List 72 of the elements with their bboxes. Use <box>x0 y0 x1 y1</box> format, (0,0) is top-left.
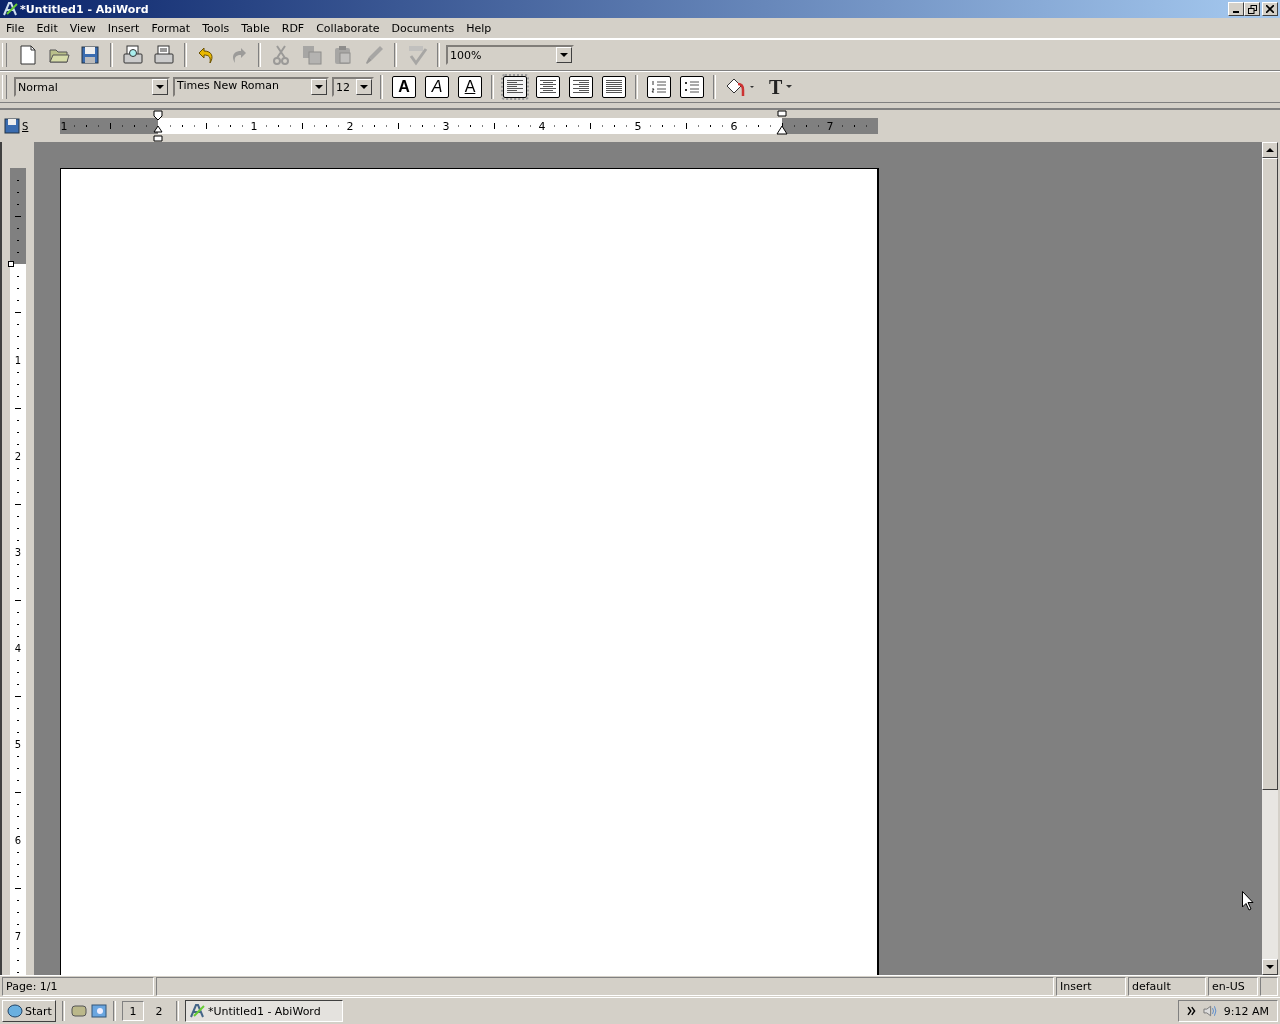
close-button[interactable] <box>1262 2 1278 16</box>
numbered-list-icon <box>650 79 668 95</box>
menu-item[interactable]: Edit <box>30 21 64 35</box>
dropdown-arrow-icon <box>360 85 368 89</box>
app-logo-icon <box>188 1003 205 1019</box>
minimize-button[interactable] <box>1228 2 1244 16</box>
dropdown-arrow-icon <box>315 85 323 89</box>
status-field <box>1260 977 1278 996</box>
scroll-down-icon[interactable] <box>1266 965 1274 969</box>
workspace-button[interactable]: 1 <box>121 1001 144 1021</box>
vertical-ruler: 1 2 3 4 5 6 7 <box>8 168 26 975</box>
numbered-list-button[interactable] <box>647 76 671 98</box>
vertical-scrollbar[interactable] <box>1262 142 1278 975</box>
align-left-button[interactable] <box>503 76 527 98</box>
menu-item[interactable]: Insert <box>101 21 146 35</box>
menu-item[interactable]: Collaborate <box>310 21 386 35</box>
horizontal-ruler: 1 1 2 3 4 5 6 7 <box>60 110 878 142</box>
menu-item[interactable]: RDF <box>275 21 311 35</box>
window-title: *Untitled1 - AbiWord <box>20 2 150 16</box>
close-icon <box>1266 5 1274 13</box>
bullet-list-icon <box>683 79 701 95</box>
align-justify-icon <box>605 79 623 95</box>
copy-icon <box>301 44 323 66</box>
paste-icon <box>332 44 354 66</box>
align-justify-button[interactable] <box>602 76 626 98</box>
menu-item[interactable]: Format <box>145 21 197 35</box>
bulleted-list-button[interactable] <box>680 76 704 98</box>
printer-icon <box>153 44 175 66</box>
align-right-button[interactable] <box>569 76 593 98</box>
spellcheck-icon <box>406 44 428 66</box>
chevron-icon[interactable] <box>1187 1006 1197 1016</box>
align-center-button[interactable] <box>536 76 560 98</box>
paint-bucket-icon <box>724 76 756 98</box>
taskbar-window-button[interactable]: *Untitled1 - AbiWord <box>184 1000 343 1022</box>
zoom-dropdown[interactable]: 100% <box>446 45 574 65</box>
italic-button[interactable]: A <box>425 76 449 98</box>
globe-icon <box>6 1004 24 1018</box>
align-center-icon <box>539 79 557 95</box>
start-button[interactable]: Start <box>2 1000 56 1022</box>
dropdown-arrow-icon <box>156 85 164 89</box>
language-status: en-US <box>1208 977 1258 996</box>
insert-mode-status: Insert <box>1056 977 1126 996</box>
scissors-icon <box>270 44 292 66</box>
align-left-icon <box>506 79 524 95</box>
font-size-dropdown[interactable]: 12 <box>332 77 374 97</box>
font-dropdown[interactable]: Times New Roman <box>173 77 329 97</box>
app-logo-icon <box>2 1 18 17</box>
print-preview-icon <box>122 44 144 66</box>
mouse-pointer-icon <box>1242 891 1254 911</box>
page-status: Page: 1/1 <box>2 977 154 996</box>
menu-item[interactable]: Table <box>235 21 276 35</box>
text-color-button[interactable]: T <box>767 75 797 99</box>
restore-icon <box>1247 4 1257 14</box>
dropdown-arrow-icon <box>560 53 568 57</box>
menu-item[interactable]: Help <box>460 21 498 35</box>
ruler-unit-label: S <box>22 120 29 132</box>
menu-item[interactable]: View <box>63 21 102 35</box>
workspace-button[interactable]: 2 <box>147 1001 170 1021</box>
scroll-up-icon[interactable] <box>1266 148 1274 152</box>
menu-item[interactable]: Documents <box>385 21 461 35</box>
speaker-icon[interactable] <box>1202 1004 1218 1018</box>
underline-button[interactable]: A <box>458 76 482 98</box>
restore-button[interactable] <box>1244 2 1260 16</box>
bold-button[interactable]: A <box>392 76 416 98</box>
style-dropdown[interactable]: Normal <box>14 77 170 97</box>
menu-item[interactable]: File <box>0 21 31 35</box>
style-status: default <box>1128 977 1206 996</box>
align-right-icon <box>572 79 590 95</box>
dropdown-arrow-icon <box>786 85 795 89</box>
new-document-icon <box>17 44 39 66</box>
menu-item[interactable]: Tools <box>196 21 236 35</box>
clock: 9:12 AM <box>1223 1004 1269 1018</box>
